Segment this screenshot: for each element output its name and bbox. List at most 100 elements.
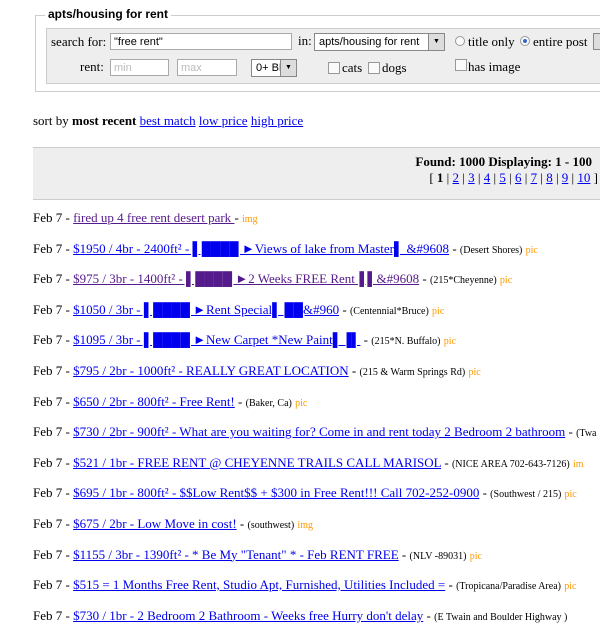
listing-row: Feb 7 - $730 / 1br - 2 Bedroom 2 Bathroo… (33, 607, 568, 623)
listing-date: Feb 7 (33, 301, 63, 317)
sort-prefix: sort by (33, 113, 69, 128)
listing-location: (Tropicana/Paradise Area) (456, 581, 561, 593)
page-link[interactable]: 6 (515, 170, 522, 185)
entire-post-radio[interactable] (520, 36, 530, 46)
listing-location: (NICE AREA 702-643-7126) (451, 458, 570, 470)
listing-image-tag: img (297, 520, 313, 531)
listing-image-tag: pic (468, 367, 481, 378)
listing-location: (Centennial*Bruce) (349, 305, 429, 317)
listing-title-link[interactable]: $730 / 2br - 900ft² - What are you waiti… (73, 424, 565, 439)
listing-location: (Southwest / 215) (490, 489, 562, 501)
listing-image-tag: pic (469, 550, 482, 562)
sort-high-price[interactable]: high price (251, 113, 303, 128)
rent-label: rent: (80, 59, 104, 74)
sort-best-match[interactable]: best match (140, 113, 196, 128)
title-only-label: title only (468, 34, 515, 49)
category-select[interactable]: apts/housing for rent ▼ (314, 33, 445, 51)
page-link[interactable]: 7 (531, 170, 538, 185)
listing-date: Feb 7 (33, 271, 63, 287)
listing-date: Feb 7 (33, 485, 63, 501)
min-rent-input[interactable]: min (110, 59, 169, 76)
listing-date: Feb 7 (33, 393, 63, 409)
page-link[interactable]: 2 (453, 170, 460, 185)
listing-row: Feb 7 - $675 / 2br - Low Move in cost! -… (33, 516, 313, 531)
listing-row: Feb 7 - $1050 / 3br - ▌████ ►Rent Specia… (33, 301, 445, 317)
listing-title-link[interactable]: fired up 4 free rent desert park (73, 210, 234, 225)
listing-location: (E Twain and Boulder Highway ) (434, 611, 568, 623)
listing-row: Feb 7 - $695 / 1br - 800ft² - $$Low Rent… (33, 485, 577, 501)
listing-row: Feb 7 - $1095 / 3br - ▌████ ►New Carpet … (33, 332, 456, 348)
listing-title-link[interactable]: $695 / 1br - 800ft² - $$Low Rent$$ + $30… (73, 485, 479, 500)
search-input[interactable]: "free rent" (110, 33, 292, 50)
listing-date: Feb 7 (33, 454, 63, 470)
page-link[interactable]: 10 (577, 170, 590, 185)
listing-row: Feb 7 - $975 / 3br - 1400ft² - ▌████ ►2 … (33, 271, 513, 287)
listing-image-tag: pic (564, 489, 577, 501)
listing-location: (215 & Warm Springs Rd) (359, 367, 466, 378)
listing-date: Feb 7 (33, 332, 63, 348)
listing-date: Feb 7 (33, 577, 63, 593)
results-bar: Found: 1000 Displaying: 1 - 100 [ 1 | 2 … (33, 147, 600, 200)
listing-image-tag: pic (432, 305, 445, 317)
page-current: 1 (436, 170, 444, 185)
page-link[interactable]: 9 (562, 170, 569, 185)
listing-date: Feb 7 (33, 607, 63, 623)
listing-date: Feb 7 (33, 210, 63, 225)
listing-location: (southwest) (247, 520, 295, 531)
in-label: in: (298, 33, 312, 48)
listing-image-tag: pic (564, 581, 577, 593)
bedrooms-select[interactable]: 0+ BR ▼ (251, 59, 297, 77)
has-image-label: has image (468, 59, 521, 74)
listing-location: (215*N. Buffalo) (371, 336, 441, 348)
search-legend: apts/housing for rent (45, 7, 171, 21)
search-button[interactable] (593, 33, 600, 50)
sort-current: most recent (72, 113, 137, 128)
search-for-label: search for: (51, 34, 107, 49)
listing-title-link[interactable]: $1950 / 4br - 2400ft² - ▌████ ►Views of … (73, 241, 449, 256)
listing-title-link[interactable]: $675 / 2br - Low Move in cost! (73, 516, 237, 531)
sort-bar: sort by most recent best match low price… (33, 113, 303, 129)
listing-image-tag: pic (525, 244, 538, 256)
results-count: Found: 1000 Displaying: 1 - 100 (415, 154, 592, 169)
max-rent-input[interactable]: max (177, 59, 237, 76)
listing-row: Feb 7 - $730 / 2br - 900ft² - What are y… (33, 424, 597, 440)
dogs-checkbox[interactable] (368, 62, 380, 74)
listing-image-tag: pic (295, 397, 308, 409)
listing-date: Feb 7 (33, 424, 63, 440)
dogs-label: dogs (382, 60, 407, 75)
listing-date: Feb 7 (33, 363, 63, 378)
listing-image-tag: img (242, 214, 258, 225)
dropdown-arrow-icon: ▼ (280, 60, 296, 76)
page-link[interactable]: 3 (468, 170, 475, 185)
page-link[interactable]: 5 (499, 170, 506, 185)
listing-location: (215*Cheyenne) (430, 275, 497, 287)
listing-title-link[interactable]: $730 / 1br - 2 Bedroom 2 Bathroom - Week… (73, 608, 423, 623)
listing-location: (Desert Shores) (459, 244, 523, 256)
title-only-radio[interactable] (455, 36, 465, 46)
has-image-checkbox[interactable] (455, 59, 467, 71)
listing-title-link[interactable]: $521 / 1br - FREE RENT @ CHEYENNE TRAILS… (73, 455, 441, 470)
listing-title-link[interactable]: $975 / 3br - 1400ft² - ▌████ ►2 Weeks FR… (73, 271, 419, 286)
listing-row: Feb 7 - $521 / 1br - FREE RENT @ CHEYENN… (33, 454, 584, 470)
listing-title-link[interactable]: $1155 / 3br - 1390ft² - * Be My "Tenant"… (73, 547, 399, 562)
listing-title-link[interactable]: $795 / 2br - 1000ft² - REALLY GREAT LOCA… (73, 363, 349, 378)
category-value: apts/housing for rent (319, 36, 420, 48)
listing-image-tag: im (573, 458, 584, 470)
cats-label: cats (342, 60, 363, 75)
cats-checkbox[interactable] (328, 62, 340, 74)
listing-row: Feb 7 - $795 / 2br - 1000ft² - REALLY GR… (33, 363, 481, 378)
listing-location: (Twa (576, 428, 597, 440)
listing-title-link[interactable]: $1095 / 3br - ▌████ ►New Carpet *New Pai… (73, 332, 360, 347)
listing-title-link[interactable]: $650 / 2br - 800ft² - Free Rent! (73, 394, 235, 409)
page-link[interactable]: 4 (484, 170, 491, 185)
listing-image-tag: pic (499, 275, 513, 287)
listing-date: Feb 7 (33, 240, 63, 256)
sort-low-price[interactable]: low price (199, 113, 248, 128)
listing-row: Feb 7 - fired up 4 free rent desert park… (33, 210, 258, 225)
listing-title-link[interactable]: $515 = 1 Months Free Rent, Studio Apt, F… (73, 577, 445, 592)
listing-date: Feb 7 (33, 516, 63, 531)
listing-location: (NLV -89031) (409, 550, 467, 562)
page-link[interactable]: 8 (546, 170, 553, 185)
listing-title-link[interactable]: $1050 / 3br - ▌████ ►Rent Special▌ ██&#9… (73, 302, 339, 317)
listing-row: Feb 7 - $1155 / 3br - 1390ft² - * Be My … (33, 546, 482, 562)
